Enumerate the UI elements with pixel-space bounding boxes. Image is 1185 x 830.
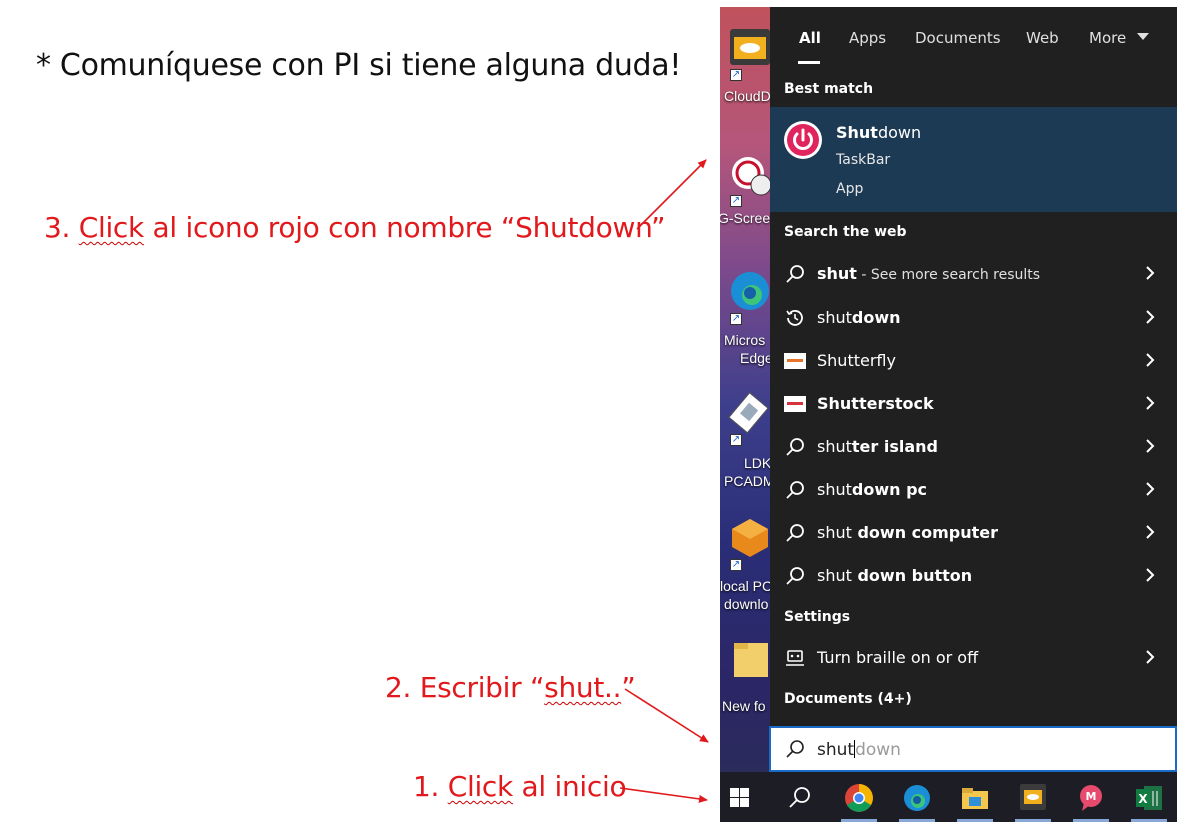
taskbar-chrome[interactable] bbox=[833, 772, 885, 822]
chevron-right-icon bbox=[1146, 266, 1155, 280]
shutterstock-logo-icon bbox=[784, 396, 806, 412]
web-result-shutdown-pc[interactable]: shutdown pc bbox=[770, 468, 1177, 511]
step-2-link: shut.. bbox=[544, 671, 622, 704]
ldk-icon bbox=[728, 392, 769, 434]
g-screen-icon bbox=[732, 157, 770, 196]
best-match-type: App bbox=[836, 181, 864, 197]
search-icon bbox=[786, 524, 804, 542]
chevron-right-icon bbox=[1146, 650, 1155, 664]
svg-text:M: M bbox=[1086, 790, 1097, 803]
web-result-shutterstock[interactable]: Shutterstock bbox=[770, 382, 1177, 425]
tab-all[interactable]: All bbox=[799, 29, 821, 47]
taskbar-edge[interactable] bbox=[891, 772, 943, 822]
web-result-label: Shutterstock bbox=[817, 394, 934, 413]
web-result-label: shutter island bbox=[817, 437, 938, 456]
instruction-step-1: 1. Click al inicio bbox=[413, 770, 627, 803]
taskbar-file-explorer[interactable] bbox=[949, 772, 1001, 822]
search-icon bbox=[786, 567, 804, 585]
tab-web[interactable]: Web bbox=[1026, 29, 1059, 47]
braille-icon bbox=[786, 650, 804, 666]
search-input[interactable]: shutdown bbox=[769, 726, 1177, 772]
chevron-down-icon bbox=[1136, 33, 1149, 40]
tab-more[interactable]: More bbox=[1089, 29, 1149, 47]
search-icon bbox=[786, 740, 804, 758]
search-query: shutdown bbox=[817, 740, 901, 760]
package-icon bbox=[732, 519, 768, 557]
cloud-drive-icon bbox=[730, 29, 770, 65]
chevron-right-icon bbox=[1146, 482, 1155, 496]
step-1-link: Click bbox=[447, 770, 514, 803]
tab-apps[interactable]: Apps bbox=[849, 29, 886, 47]
web-result-shut-down-button[interactable]: shut down button bbox=[770, 554, 1177, 597]
chrome-icon bbox=[845, 784, 873, 812]
chat-icon: M bbox=[1080, 785, 1102, 811]
taskbar-chat[interactable]: M bbox=[1065, 772, 1117, 822]
settings-result-label: Turn braille on or off bbox=[817, 648, 979, 667]
chevron-right-icon bbox=[1146, 353, 1155, 367]
instruction-step-2: 2. Escribir “shut..” bbox=[385, 671, 636, 704]
best-match-shutdown[interactable]: Shutdown TaskBar App bbox=[770, 107, 1177, 212]
documents-heading[interactable]: Documents (4+) bbox=[784, 691, 912, 707]
best-match-heading: Best match bbox=[784, 81, 874, 97]
settings-heading: Settings bbox=[784, 609, 851, 625]
active-tab-indicator bbox=[798, 61, 820, 64]
search-suggestion: down bbox=[855, 740, 901, 760]
taskbar: M X bbox=[720, 772, 1177, 822]
arrow-step-1 bbox=[619, 787, 708, 803]
start-button[interactable] bbox=[720, 772, 772, 822]
history-icon bbox=[786, 310, 803, 326]
desktop-background: ↗ CloudD ↗ G-Screen ↗ Micros Edge ↗ LDK … bbox=[720, 7, 770, 772]
edge-icon bbox=[904, 785, 930, 811]
folder-icon bbox=[734, 643, 768, 677]
web-result-shut[interactable]: shut - See more search results bbox=[770, 252, 1177, 295]
edge-icon bbox=[731, 272, 769, 310]
web-result-label: shut down button bbox=[817, 566, 973, 585]
settings-result-braille[interactable]: Turn braille on or off bbox=[770, 636, 1177, 679]
search-web-heading: Search the web bbox=[784, 224, 907, 240]
step-3-link: Click bbox=[78, 211, 145, 244]
taskbar-app[interactable] bbox=[1007, 772, 1059, 822]
power-icon bbox=[784, 121, 822, 159]
web-result-label: shut - See more search results bbox=[817, 264, 1041, 283]
shutterfly-logo-icon bbox=[784, 353, 806, 369]
tab-documents[interactable]: Documents bbox=[915, 29, 1001, 47]
web-result-label: Shutterfly bbox=[817, 351, 896, 370]
web-result-shutdown[interactable]: shutdown bbox=[770, 296, 1177, 339]
app-icon bbox=[1020, 784, 1046, 810]
web-result-label: shutdown bbox=[817, 308, 901, 327]
web-result-shutterfly[interactable]: Shutterfly bbox=[770, 339, 1177, 382]
best-match-name: Shutdown bbox=[836, 123, 922, 142]
web-result-label: shutdown pc bbox=[817, 480, 928, 499]
search-icon bbox=[786, 438, 804, 456]
svg-text:X: X bbox=[1138, 792, 1148, 806]
chevron-right-icon bbox=[1146, 568, 1155, 582]
chevron-right-icon bbox=[1146, 525, 1155, 539]
instruction-note: * Comuníquese con PI si tiene alguna dud… bbox=[36, 48, 682, 83]
chevron-right-icon bbox=[1146, 396, 1155, 410]
best-match-subtitle: TaskBar bbox=[836, 152, 891, 168]
taskbar-search-button[interactable] bbox=[775, 772, 827, 822]
search-icon bbox=[789, 787, 810, 808]
instruction-step-3: 3. Click al icono rojo con nombre “Shutd… bbox=[44, 211, 666, 244]
search-icon bbox=[786, 265, 804, 283]
taskbar-excel[interactable]: X bbox=[1123, 772, 1175, 822]
web-result-shut-down-computer[interactable]: shut down computer bbox=[770, 511, 1177, 554]
search-tabs: All Apps Documents Web More bbox=[770, 7, 1177, 69]
web-result-shutter-island[interactable]: shutter island bbox=[770, 425, 1177, 468]
arrow-step-2 bbox=[624, 688, 709, 743]
web-result-label: shut down computer bbox=[817, 523, 999, 542]
windows-search-panel: All Apps Documents Web More Best match S… bbox=[770, 7, 1177, 772]
excel-icon: X bbox=[1136, 786, 1162, 810]
chevron-right-icon bbox=[1146, 310, 1155, 324]
file-explorer-icon bbox=[962, 788, 988, 809]
chevron-right-icon bbox=[1146, 439, 1155, 453]
start-icon bbox=[730, 788, 749, 807]
search-icon bbox=[786, 481, 804, 499]
